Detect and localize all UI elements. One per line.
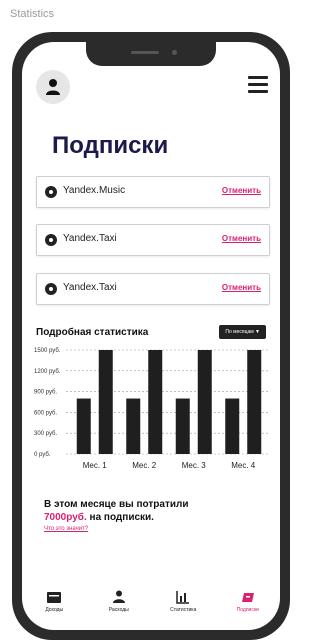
camera-icon	[172, 50, 177, 55]
bar	[76, 398, 91, 454]
tab-label: Расходы	[108, 607, 129, 613]
y-tick-label: 900 руб.	[34, 390, 57, 396]
subscription-card: Yandex.Taxi Отменить	[36, 273, 270, 305]
y-tick-label: 0 руб.	[34, 452, 51, 458]
bar	[197, 350, 212, 454]
tab-bar: Доходы Расходы Статистика Подписки	[22, 590, 280, 624]
bar	[225, 398, 240, 454]
subscription-card: Yandex.Music Отменить	[36, 176, 270, 208]
radio-icon[interactable]	[45, 234, 57, 246]
phone-screen: Подписки Yandex.Music Отменить Yandex.Ta…	[22, 42, 280, 630]
radio-icon[interactable]	[45, 186, 57, 198]
page-title: Подписки	[52, 132, 169, 159]
tab-income[interactable]: Доходы	[32, 590, 76, 613]
tab-expenses[interactable]: Расходы	[97, 590, 141, 613]
spending-summary: В этом месяце вы потратили 7000руб. на п…	[44, 498, 264, 524]
bar	[98, 350, 113, 454]
tab-label: Подписки	[236, 607, 259, 613]
x-tick-label: Mес. 1	[83, 461, 108, 470]
ticket-icon	[241, 592, 254, 602]
bar	[247, 350, 262, 454]
tab-label: Доходы	[45, 607, 64, 613]
phone-frame: Подписки Yandex.Music Отменить Yandex.Ta…	[12, 32, 290, 640]
x-tick-label: Mес. 3	[182, 461, 207, 470]
y-tick-label: 600 руб.	[34, 410, 57, 416]
user-icon	[46, 79, 60, 95]
cancel-subscription-link[interactable]: Отменить	[222, 186, 261, 195]
phone-notch	[86, 42, 216, 66]
y-tick-label: 1200 руб.	[34, 369, 61, 375]
speaker-icon	[131, 51, 159, 54]
subscription-name: Yandex.Music	[63, 185, 126, 196]
spending-chart: 1500 руб. 1200 руб. 900 руб. 600 руб. 300 ру…	[34, 348, 268, 470]
bar	[148, 350, 163, 454]
y-tick-label: 1500 руб.	[34, 348, 61, 354]
person-icon	[112, 590, 125, 603]
summary-line1: В этом месяце вы потратили	[44, 499, 189, 510]
x-tick-label: Mес. 2	[132, 461, 157, 470]
subscription-name: Yandex.Taxi	[63, 233, 117, 244]
tab-statistics[interactable]: Статистика	[161, 590, 205, 613]
subscription-name: Yandex.Taxi	[63, 282, 117, 293]
what-does-it-mean-link[interactable]: Что это значит?	[44, 526, 88, 532]
menu-icon[interactable]	[248, 76, 268, 93]
bar	[175, 398, 190, 454]
summary-amount: 7000руб.	[44, 512, 87, 523]
stats-title: Подробная статистика	[36, 327, 149, 338]
cancel-subscription-link[interactable]: Отменить	[222, 283, 261, 292]
tab-label: Статистика	[170, 607, 197, 613]
radio-icon[interactable]	[45, 283, 57, 295]
period-select[interactable]: По месяцам ▼	[219, 325, 266, 339]
cancel-subscription-link[interactable]: Отменить	[222, 234, 261, 243]
subscription-card: Yandex.Taxi Отменить	[36, 224, 270, 256]
chart-icon	[176, 590, 190, 604]
bar	[126, 398, 141, 454]
summary-line2: на подписки.	[86, 512, 154, 523]
frame-caption: Statistics	[10, 8, 55, 20]
tab-subscriptions[interactable]: Подписки	[226, 590, 270, 613]
x-tick-label: Mес. 4	[231, 461, 256, 470]
y-tick-label: 300 руб.	[34, 431, 57, 437]
avatar[interactable]	[36, 70, 70, 104]
wallet-icon	[47, 591, 62, 603]
